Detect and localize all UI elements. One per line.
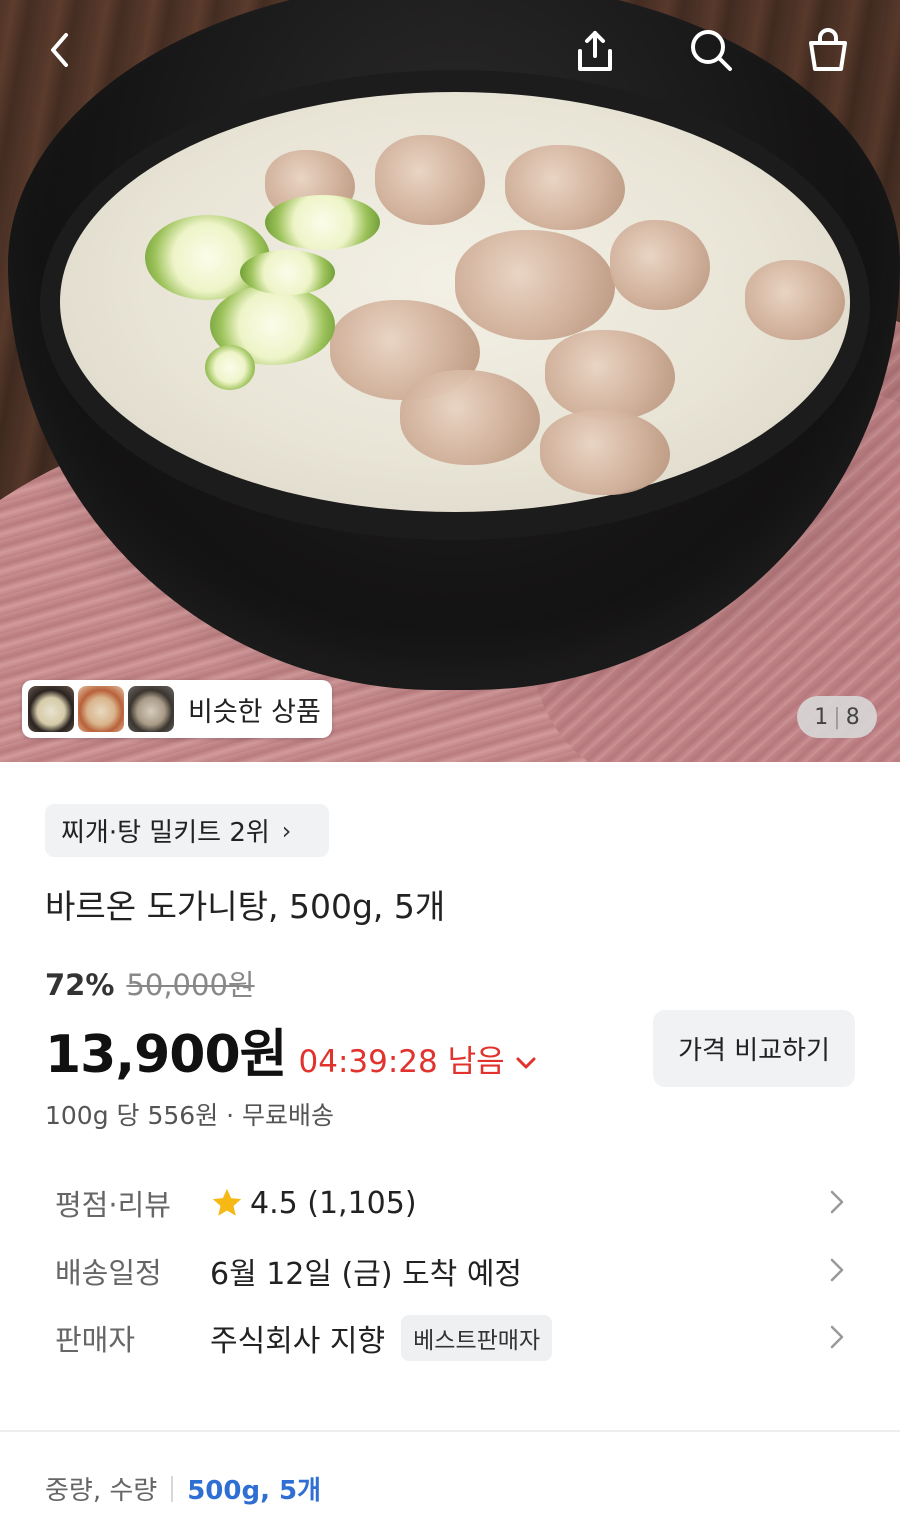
meat-piece — [610, 220, 710, 310]
meat-piece — [540, 410, 670, 495]
search-button[interactable] — [683, 22, 739, 78]
section-divider — [0, 1430, 900, 1432]
delivery-schedule-row[interactable]: 배송일정 6월 12일 (금) 도착 예정 — [55, 1246, 855, 1296]
meat-piece — [505, 145, 625, 230]
similar-thumbnail — [128, 686, 174, 732]
category-rank-label: 찌개·탕 밀키트 2위 — [61, 818, 270, 848]
deal-timer[interactable]: 04:39:28 남음 — [299, 1036, 505, 1081]
scallion-slice — [265, 195, 380, 250]
option-separator — [171, 1475, 174, 1502]
seller-value-wrap: 주식회사 지향 베스트판매자 — [210, 1315, 553, 1361]
scallion-slice — [205, 345, 255, 390]
image-pager: 1 | 8 — [797, 696, 877, 738]
similar-products-button[interactable]: 비슷한 상품 — [22, 680, 332, 738]
chevron-down-icon[interactable] — [515, 1048, 537, 1076]
rating-review-row[interactable]: 평점·리뷰 4.5 (1,105) — [55, 1178, 855, 1228]
best-seller-badge: 베스트판매자 — [401, 1315, 553, 1361]
chevron-right-icon — [830, 1190, 844, 1214]
chevron-left-icon — [51, 33, 68, 67]
seller-row[interactable]: 판매자 주식회사 지향 베스트판매자 — [55, 1313, 855, 1363]
pager-total: 8 — [845, 704, 860, 730]
pager-current: 1 — [814, 704, 829, 730]
option-value[interactable]: 500g, 5개 — [187, 1470, 321, 1507]
search-icon — [691, 30, 732, 71]
rating-value-wrap: 4.5 (1,105) — [210, 1186, 417, 1221]
delivery-label: 배송일정 — [55, 1256, 162, 1290]
seller-label: 판매자 — [55, 1323, 136, 1357]
option-selector-row[interactable]: 중량, 수량 500g, 5개 — [45, 1470, 321, 1507]
meat-piece — [400, 370, 540, 465]
discount-rate: 72% — [45, 968, 115, 1002]
similar-thumbnail — [28, 686, 74, 732]
similar-thumbnail — [78, 686, 124, 732]
meat-piece — [545, 330, 675, 420]
cart-icon — [809, 28, 847, 71]
scallion-slice — [240, 250, 335, 295]
share-button[interactable] — [567, 22, 623, 78]
rating-label: 평점·리뷰 — [55, 1188, 171, 1222]
compare-price-button[interactable]: 가격 비교하기 — [653, 1010, 855, 1087]
sale-price: 13,900원 — [45, 1025, 288, 1085]
pager-separator: | — [833, 704, 841, 730]
unit-price-shipping: 100g 당 556원 · 무료배송 — [45, 1101, 335, 1130]
cart-button[interactable] — [800, 22, 856, 78]
chevron-right-icon: › — [281, 816, 292, 845]
rating-value: 4.5 (1,105) — [250, 1185, 417, 1221]
original-price: 50,000원 — [126, 968, 255, 1002]
star-icon — [212, 1188, 242, 1216]
meat-piece — [745, 260, 845, 340]
back-button[interactable] — [32, 22, 88, 78]
share-icon — [578, 31, 612, 71]
category-rank-chip[interactable]: 찌개·탕 밀키트 2위 › — [45, 804, 329, 857]
product-title: 바르온 도가니탕, 500g, 5개 — [45, 887, 446, 926]
option-label: 중량, 수량 — [45, 1476, 158, 1506]
similar-products-label: 비슷한 상품 — [188, 696, 321, 728]
delivery-value: 6월 12일 (금) 도착 예정 — [210, 1257, 523, 1292]
meat-piece — [455, 230, 615, 340]
meat-piece — [375, 135, 485, 225]
price-row: 13,900원 04:39:28 남음 — [45, 1012, 537, 1087]
seller-name: 주식회사 지향 — [210, 1324, 386, 1359]
chevron-right-icon — [830, 1258, 844, 1282]
chevron-right-icon — [830, 1325, 844, 1349]
discount-row: 72% 50,000원 — [45, 962, 255, 1004]
product-image[interactable]: 비슷한 상품 1 | 8 — [0, 0, 900, 762]
